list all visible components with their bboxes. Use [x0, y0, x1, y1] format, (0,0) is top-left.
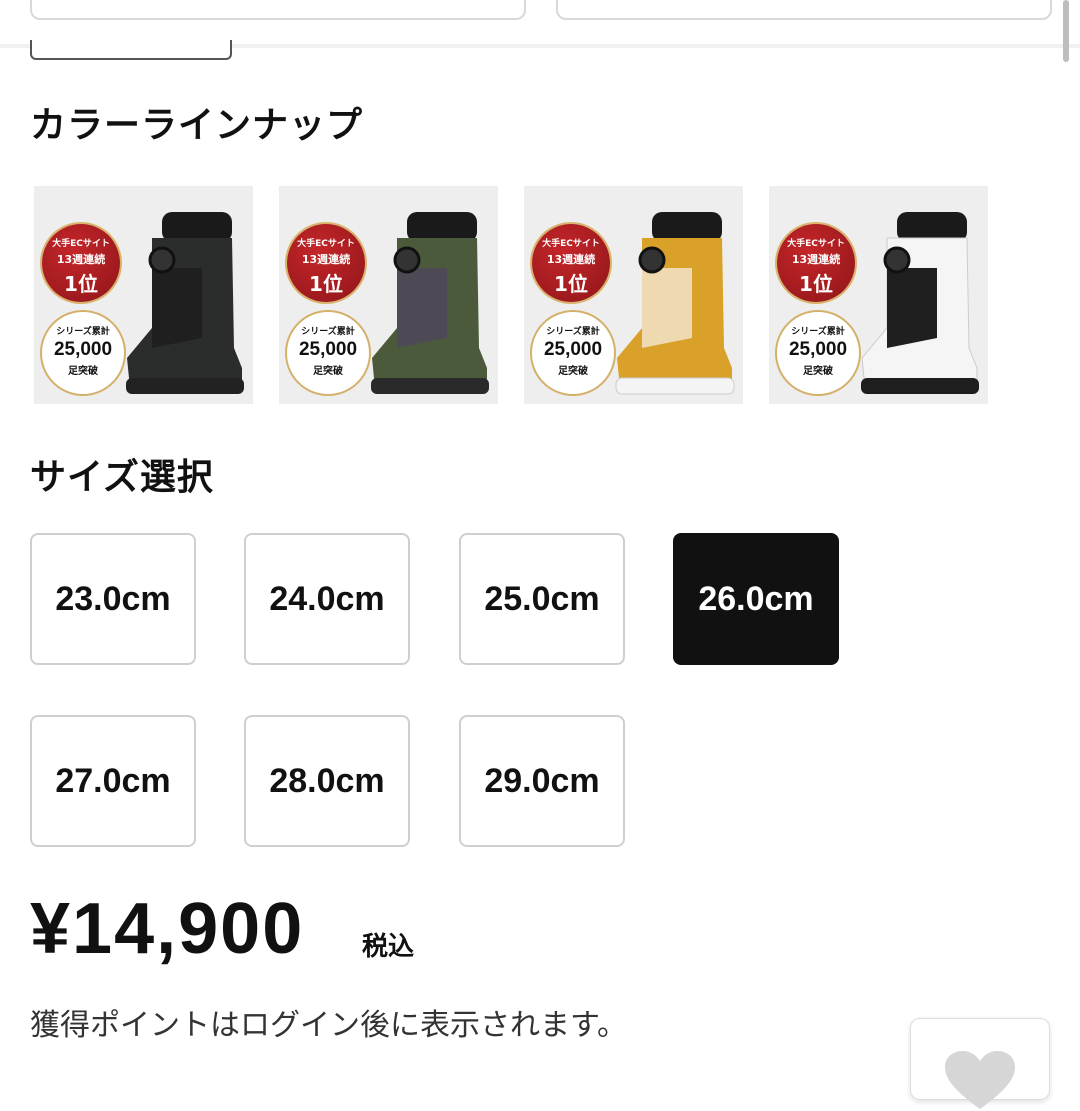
favorite-button[interactable] — [910, 1018, 1050, 1109]
series-badge-line1: シリーズ累計 — [301, 327, 355, 337]
boot-white-image — [861, 212, 979, 394]
series-badge-line2: 25,000 — [788, 339, 848, 360]
series-badge: シリーズ累計 25,000 足突破 — [40, 310, 126, 396]
series-badge-line2: 25,000 — [298, 339, 358, 360]
heart-icon — [945, 1051, 1015, 1109]
size-option-26[interactable]: 26.0cm — [673, 533, 839, 665]
rank-badge-line2: 13週連続 — [546, 253, 596, 266]
boot-black-image — [126, 212, 244, 394]
top-input-right[interactable] — [556, 0, 1052, 20]
rank-badge: 大手ECサイト 13週連続 1位 — [777, 224, 855, 302]
size-select-title: サイズ選択 — [30, 457, 214, 498]
rank-badge: 大手ECサイト 13週連続 1位 — [42, 224, 120, 302]
price-tax-label: 税込 — [362, 932, 415, 962]
series-badge: シリーズ累計 25,000 足突破 — [530, 310, 616, 396]
series-badge-line3: 足突破 — [68, 366, 98, 377]
rank-badge-line1: 大手ECサイト — [787, 239, 845, 249]
price-amount: ¥14,900 — [30, 889, 305, 969]
boot-olive-image — [371, 212, 489, 394]
series-badge-line2: 25,000 — [543, 339, 603, 360]
rank-badge-line3: 1位 — [554, 272, 588, 296]
rank-badge-line1: 大手ECサイト — [52, 239, 110, 249]
rank-badge-line1: 大手ECサイト — [297, 239, 355, 249]
size-option-29[interactable]: 29.0cm — [459, 715, 625, 847]
series-badge-line2: 25,000 — [53, 339, 113, 360]
scrollbar[interactable] — [1063, 0, 1069, 62]
rank-badge-line1: 大手ECサイト — [542, 239, 600, 249]
series-badge-line3: 足突破 — [558, 366, 588, 377]
color-swatch-olive[interactable]: 大手ECサイト 13週連続 1位 シリーズ累計 25,000 足突破 — [279, 186, 498, 404]
color-swatch-white[interactable]: 大手ECサイト 13週連続 1位 シリーズ累計 25,000 足突破 — [769, 186, 988, 404]
size-option-27[interactable]: 27.0cm — [30, 715, 196, 847]
rank-badge: 大手ECサイト 13週連続 1位 — [532, 224, 610, 302]
color-swatch-black[interactable]: 大手ECサイト 13週連続 1位 シリーズ累計 25,000 足突破 — [34, 186, 253, 404]
top-input-left[interactable] — [30, 0, 526, 20]
points-note: 獲得ポイントはログイン後に表示されます。 — [30, 1008, 627, 1043]
top-tab-button[interactable] — [30, 40, 232, 60]
color-swatch-list: 大手ECサイト 13週連続 1位 シリーズ累計 25,000 足突破 大手ECサ… — [34, 186, 988, 404]
color-swatch-mustard[interactable]: 大手ECサイト 13週連続 1位 シリーズ累計 25,000 足突破 — [524, 186, 743, 404]
boot-mustard-image — [615, 212, 735, 395]
series-badge-line1: シリーズ累計 — [546, 327, 600, 337]
size-option-25[interactable]: 25.0cm — [459, 533, 625, 665]
rank-badge-line3: 1位 — [64, 272, 98, 296]
rank-badge-line3: 1位 — [799, 272, 833, 296]
series-badge-line1: シリーズ累計 — [56, 327, 110, 337]
series-badge: シリーズ累計 25,000 足突破 — [775, 310, 861, 396]
series-badge-line1: シリーズ累計 — [791, 327, 845, 337]
series-badge-line3: 足突破 — [313, 366, 343, 377]
rank-badge-line3: 1位 — [309, 272, 343, 296]
size-option-23[interactable]: 23.0cm — [30, 533, 196, 665]
size-option-28[interactable]: 28.0cm — [244, 715, 410, 847]
series-badge: シリーズ累計 25,000 足突破 — [285, 310, 371, 396]
size-option-24[interactable]: 24.0cm — [244, 533, 410, 665]
rank-badge: 大手ECサイト 13週連続 1位 — [287, 224, 365, 302]
rank-badge-line2: 13週連続 — [56, 253, 106, 266]
series-badge-line3: 足突破 — [803, 366, 833, 377]
rank-badge-line2: 13週連続 — [301, 253, 351, 266]
rank-badge-line2: 13週連続 — [791, 253, 841, 266]
color-lineup-title: カラーラインナップ — [30, 105, 364, 146]
